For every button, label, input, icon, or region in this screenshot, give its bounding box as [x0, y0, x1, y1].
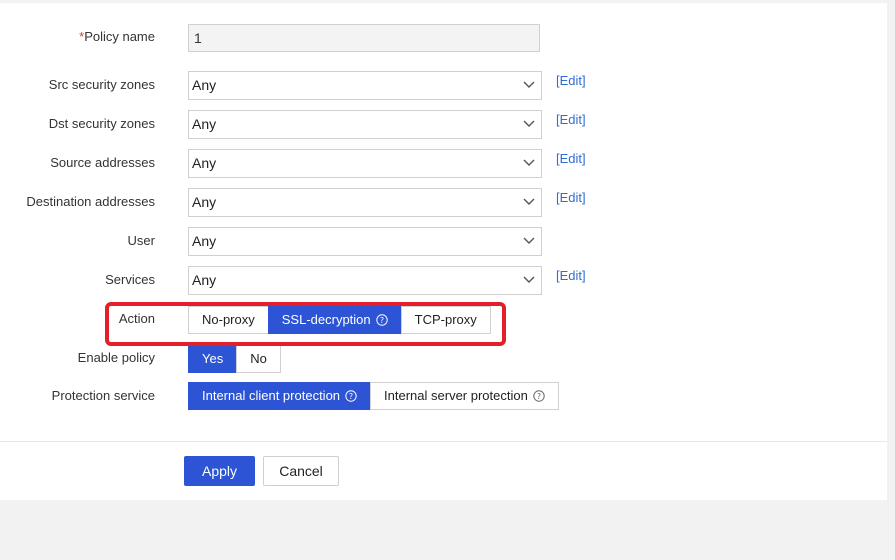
- dst-addresses-label: Destination addresses: [26, 194, 155, 209]
- services-select[interactable]: Any: [188, 266, 542, 295]
- enable-policy-option-label: Yes: [202, 351, 224, 366]
- services-value: Any: [192, 272, 217, 288]
- src-addresses-select[interactable]: Any: [188, 149, 542, 178]
- dst-addresses-select[interactable]: Any: [188, 188, 542, 217]
- cancel-button[interactable]: Cancel: [263, 456, 339, 486]
- apply-button[interactable]: Apply: [184, 456, 255, 486]
- enable-policy-no[interactable]: No: [236, 345, 281, 373]
- protection-service-segmented-control: Internal client protection ? Internal se…: [188, 382, 559, 410]
- services-edit-link[interactable]: [Edit]: [556, 268, 586, 284]
- scroll-gutter: [887, 0, 895, 560]
- protection-option-label: Internal client protection: [202, 388, 341, 403]
- user-select[interactable]: Any: [188, 227, 542, 256]
- dst-addresses-edit-link[interactable]: [Edit]: [556, 190, 586, 206]
- dst-addresses-value: Any: [192, 194, 217, 210]
- enable-policy-label: Enable policy: [77, 350, 155, 365]
- svg-text:?: ?: [349, 392, 353, 401]
- action-highlight-box: [105, 302, 506, 346]
- chevron-down-icon: [523, 120, 535, 127]
- enable-policy-option-label: No: [250, 351, 267, 366]
- src-zones-select[interactable]: Any: [188, 71, 542, 100]
- policy-name-label-text: Policy name: [84, 29, 155, 44]
- footer-divider: [0, 441, 887, 442]
- src-addresses-edit-link[interactable]: [Edit]: [556, 151, 586, 167]
- src-addresses-label: Source addresses: [50, 155, 155, 170]
- src-zones-value: Any: [192, 77, 217, 93]
- policy-name-label: *Policy name: [79, 29, 155, 45]
- svg-text:?: ?: [537, 392, 541, 401]
- protection-option-internal-client[interactable]: Internal client protection ?: [188, 382, 372, 410]
- chevron-down-icon: [523, 276, 535, 283]
- protection-service-label: Protection service: [51, 388, 155, 403]
- enable-policy-yes[interactable]: Yes: [188, 345, 238, 373]
- chevron-down-icon: [523, 159, 535, 166]
- protection-option-label: Internal server protection: [384, 388, 528, 403]
- enable-policy-toggle: Yes No: [188, 345, 281, 373]
- src-addresses-value: Any: [192, 155, 217, 171]
- chevron-down-icon: [523, 237, 535, 244]
- policy-name-input[interactable]: 1: [188, 24, 540, 52]
- services-label: Services: [105, 272, 155, 287]
- dst-zones-edit-link[interactable]: [Edit]: [556, 112, 586, 128]
- chevron-down-icon: [523, 81, 535, 88]
- src-zones-edit-link[interactable]: [Edit]: [556, 73, 586, 89]
- dst-zones-select[interactable]: Any: [188, 110, 542, 139]
- src-zones-label: Src security zones: [48, 77, 155, 92]
- user-value: Any: [192, 233, 217, 249]
- protection-option-internal-server[interactable]: Internal server protection ?: [370, 382, 559, 410]
- dst-zones-value: Any: [192, 116, 217, 132]
- dst-zones-label: Dst security zones: [48, 116, 155, 131]
- policy-form-panel: *Policy name 1 Src security zones Any [E…: [0, 3, 887, 500]
- user-label: User: [127, 233, 155, 248]
- chevron-down-icon: [523, 198, 535, 205]
- help-circle-icon[interactable]: ?: [345, 390, 357, 402]
- help-circle-icon[interactable]: ?: [533, 390, 545, 402]
